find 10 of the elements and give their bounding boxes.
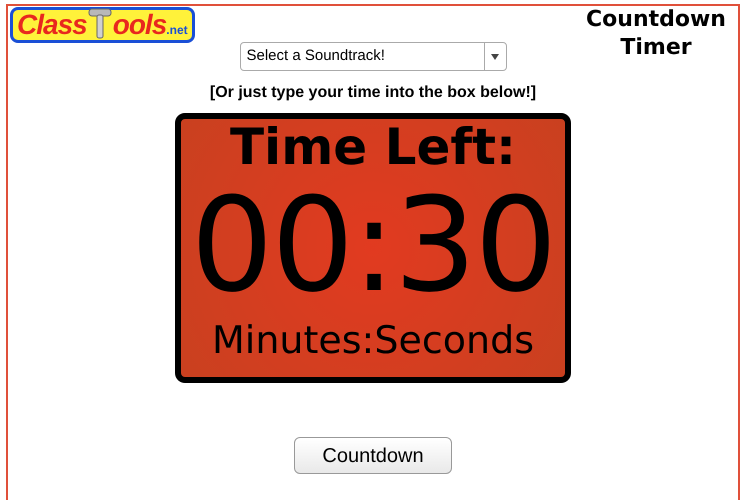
units-label: Minutes:Seconds [212, 317, 534, 363]
time-display[interactable]: 00:30 [190, 175, 556, 315]
instruction-text: [Or just type your time into the box below!] [210, 83, 536, 103]
timer-heading: Time Left: [230, 119, 516, 175]
soundtrack-select[interactable]: Select a Soundtrack! [240, 42, 506, 71]
site-logo[interactable]: Class ools.net [10, 7, 195, 43]
dropdown-arrow-icon [491, 54, 499, 60]
hammer-icon [86, 7, 113, 39]
countdown-button[interactable]: Countdown [294, 437, 452, 474]
page-title: Countdown Timer [585, 6, 727, 62]
